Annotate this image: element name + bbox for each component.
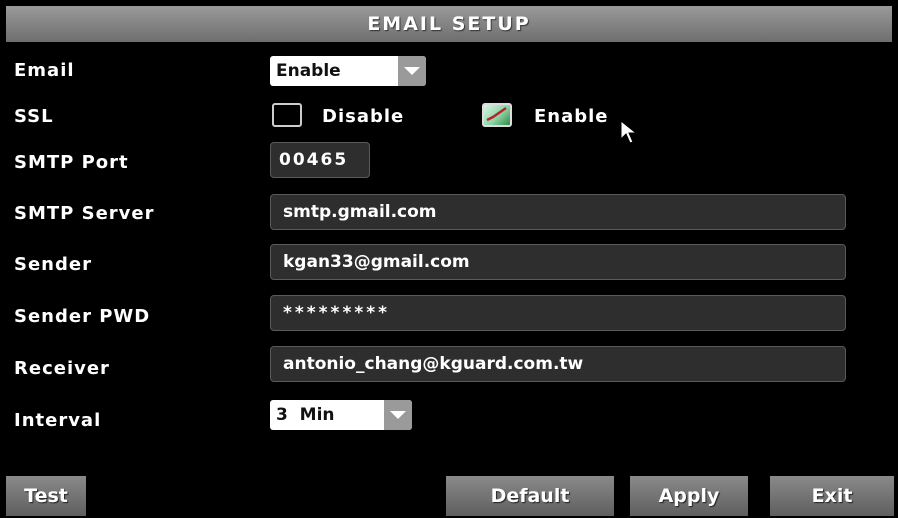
chevron-down-icon[interactable] xyxy=(398,56,426,86)
ssl-disable-checkbox[interactable] xyxy=(272,103,302,127)
exit-button[interactable]: Exit xyxy=(770,476,894,516)
email-select-value: Enable xyxy=(276,61,341,81)
chevron-down-icon[interactable] xyxy=(384,400,412,430)
interval-select-value: 3 Min xyxy=(276,405,335,425)
ssl-label: SSL xyxy=(14,106,54,127)
smtp-port-field[interactable]: 00465 xyxy=(270,142,370,178)
checkmark-icon xyxy=(486,106,507,122)
interval-select[interactable]: 3 Min xyxy=(270,400,412,430)
test-button[interactable]: Test xyxy=(6,476,86,516)
email-label: Email xyxy=(14,60,75,81)
ssl-enable-label: Enable xyxy=(534,106,609,127)
ssl-disable-label: Disable xyxy=(322,106,405,127)
sender-label: Sender xyxy=(14,254,92,275)
page-title: EMAIL SETUP xyxy=(6,6,892,42)
mouse-pointer-icon xyxy=(620,120,638,144)
smtp-server-label: SMTP Server xyxy=(14,203,155,224)
email-select[interactable]: Enable xyxy=(270,56,426,86)
receiver-label: Receiver xyxy=(14,358,110,379)
apply-button[interactable]: Apply xyxy=(630,476,748,516)
sender-field[interactable]: kgan33@gmail.com xyxy=(270,244,846,280)
smtp-port-label: SMTP Port xyxy=(14,152,129,173)
smtp-server-field[interactable]: smtp.gmail.com xyxy=(270,194,846,230)
default-button[interactable]: Default xyxy=(446,476,614,516)
sender-pwd-label: Sender PWD xyxy=(14,306,151,327)
interval-label: Interval xyxy=(14,410,102,431)
receiver-field[interactable]: antonio_chang@kguard.com.tw xyxy=(270,346,846,382)
sender-pwd-field[interactable]: ********* xyxy=(270,295,846,331)
ssl-enable-checkbox[interactable] xyxy=(482,103,512,127)
